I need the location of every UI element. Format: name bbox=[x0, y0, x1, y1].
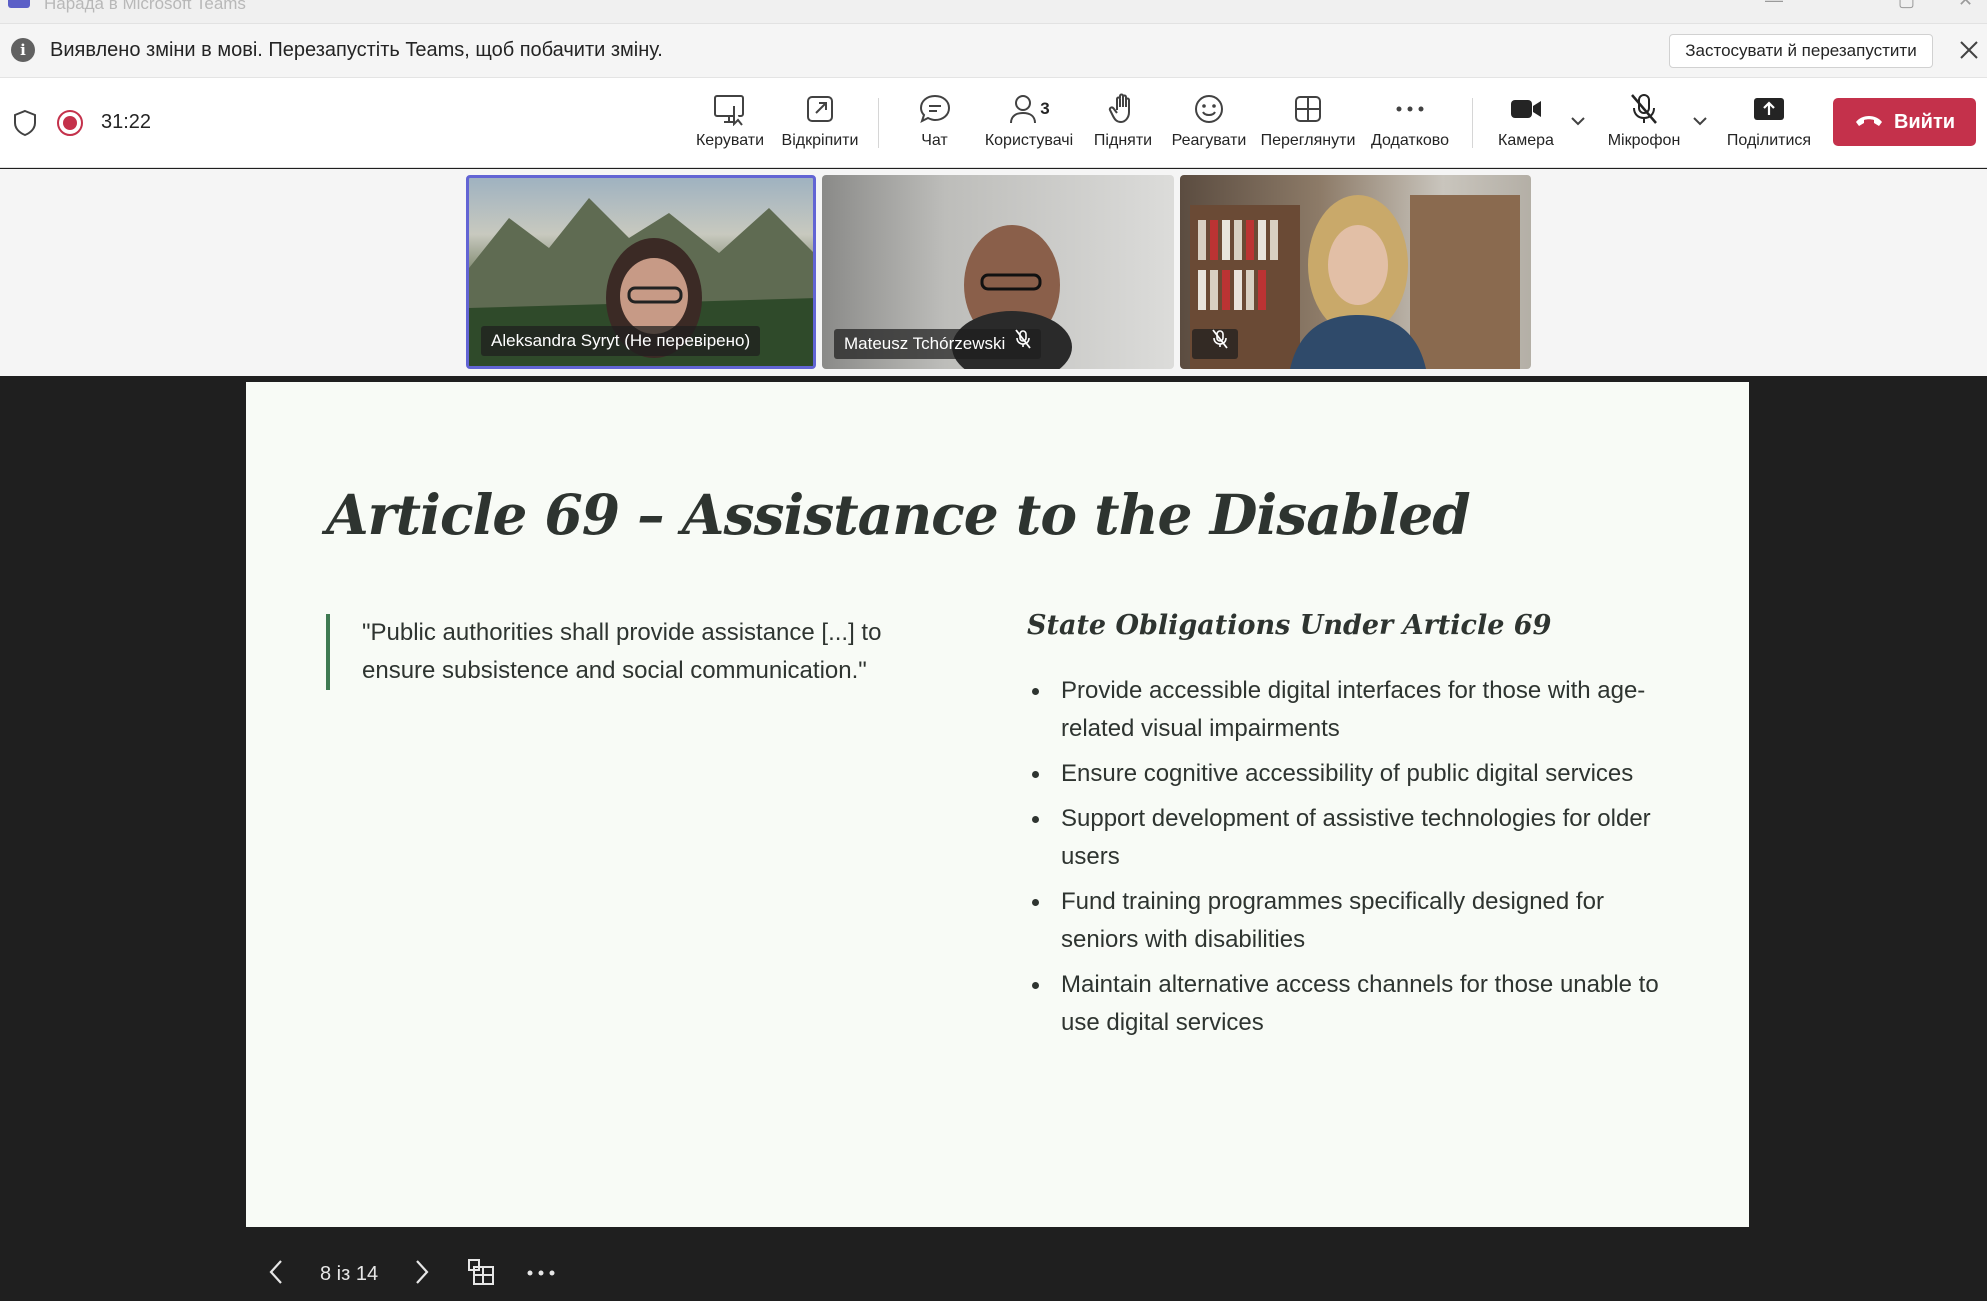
meeting-timer: 31:22 bbox=[101, 111, 152, 133]
teams-logo-icon bbox=[8, 0, 30, 8]
people-count: 3 bbox=[1040, 99, 1050, 118]
window-title: Нарада в Microsoft Teams bbox=[44, 0, 246, 13]
view-button[interactable]: Переглянути bbox=[1258, 90, 1358, 160]
toolbar-separator bbox=[1472, 98, 1473, 148]
list-item: Ensure cognitive accessibility of public… bbox=[1027, 755, 1687, 793]
window-minimize-icon[interactable]: — bbox=[1765, 0, 1783, 11]
microphone-button[interactable]: Мікрофон bbox=[1598, 90, 1690, 160]
window-close-icon[interactable]: ✕ bbox=[1958, 0, 1973, 11]
participant-tile[interactable] bbox=[1180, 175, 1531, 369]
list-item: Provide accessible digital interfaces fo… bbox=[1027, 672, 1687, 748]
muted-microphone-icon bbox=[1015, 329, 1031, 359]
more-options-icon bbox=[1364, 90, 1456, 128]
obligations-list: Provide accessible digital interfaces fo… bbox=[1027, 672, 1687, 1049]
popout-button[interactable]: Відкріпити bbox=[775, 90, 865, 160]
raise-hand-icon bbox=[1088, 90, 1158, 128]
language-change-notification: i Виявлено зміни в мові. Перезапустіть T… bbox=[0, 24, 1987, 78]
phone-hangup-icon bbox=[1854, 111, 1884, 134]
apply-restart-button[interactable]: Застосувати й перезапустити bbox=[1669, 34, 1933, 68]
participants-video-strip: Aleksandra Syryt (Не перевірено) Mateusz… bbox=[0, 169, 1987, 376]
popout-icon bbox=[775, 90, 865, 128]
presentation-slide: Article 69 – Assistance to the Disabled … bbox=[246, 382, 1749, 1227]
list-item: Support development of assistive technol… bbox=[1027, 800, 1687, 876]
meeting-toolbar: 31:22 Керувати Відкріпити Чат 3 Користув… bbox=[0, 78, 1987, 168]
window-titlebar: Нарада в Microsoft Teams — ▢ ✕ bbox=[0, 0, 1987, 24]
slide-overview-icon[interactable] bbox=[466, 1257, 496, 1292]
microphone-muted-icon bbox=[1598, 90, 1690, 128]
slide-navigation: 8 із 14 bbox=[246, 1249, 556, 1299]
previous-slide-chevron-left-icon[interactable] bbox=[266, 1258, 286, 1291]
camera-button[interactable]: Камера bbox=[1490, 90, 1562, 160]
list-item: Maintain alternative access channels for… bbox=[1027, 966, 1687, 1042]
slide-more-options-icon[interactable] bbox=[526, 1265, 556, 1283]
slide-title: Article 69 – Assistance to the Disabled bbox=[326, 482, 1471, 547]
smiley-icon bbox=[1169, 90, 1249, 128]
participant-tile[interactable]: Aleksandra Syryt (Не перевірено) bbox=[466, 175, 816, 369]
react-button[interactable]: Реагувати bbox=[1169, 90, 1249, 160]
participant-name bbox=[1192, 329, 1238, 359]
chat-button[interactable]: Чат bbox=[897, 90, 972, 160]
notification-message: Виявлено зміни в мові. Перезапустіть Tea… bbox=[50, 39, 663, 61]
list-item: Fund training programmes specifically de… bbox=[1027, 883, 1687, 959]
control-button[interactable]: Керувати bbox=[690, 90, 770, 160]
share-screen-icon bbox=[1722, 90, 1816, 128]
participant-tile[interactable]: Mateusz Tchórzewski bbox=[822, 175, 1174, 369]
screen-control-icon bbox=[690, 90, 770, 128]
shared-content-stage: Article 69 – Assistance to the Disabled … bbox=[0, 376, 1987, 1301]
next-slide-chevron-right-icon[interactable] bbox=[412, 1258, 432, 1291]
people-icon: 3 bbox=[980, 90, 1078, 128]
slide-page-indicator: 8 із 14 bbox=[320, 1262, 379, 1285]
obligations-heading: State Obligations Under Article 69 bbox=[1027, 610, 1552, 641]
participant-name: Mateusz Tchórzewski bbox=[834, 329, 1042, 359]
grid-view-icon bbox=[1258, 90, 1358, 128]
more-button[interactable]: Додатково bbox=[1364, 90, 1456, 160]
slide-quote: "Public authorities shall provide assist… bbox=[326, 614, 916, 690]
toolbar-separator bbox=[878, 98, 879, 148]
share-button[interactable]: Поділитися bbox=[1722, 90, 1816, 160]
notification-close-icon[interactable] bbox=[1956, 35, 1982, 65]
camera-options-chevron-down-icon[interactable] bbox=[1569, 114, 1587, 132]
participant-name: Aleksandra Syryt (Не перевірено) bbox=[481, 326, 761, 356]
people-button[interactable]: 3 Користувачі bbox=[980, 90, 1078, 160]
shield-icon[interactable] bbox=[12, 108, 38, 143]
leave-button[interactable]: Вийти bbox=[1833, 98, 1976, 146]
muted-microphone-icon bbox=[1212, 329, 1228, 359]
chat-icon bbox=[897, 90, 972, 128]
info-icon: i bbox=[11, 38, 35, 62]
window-maximize-icon[interactable]: ▢ bbox=[1898, 0, 1915, 11]
microphone-options-chevron-down-icon[interactable] bbox=[1691, 114, 1709, 132]
recording-indicator-icon bbox=[57, 110, 83, 136]
raise-hand-button[interactable]: Підняти bbox=[1088, 90, 1158, 160]
camera-icon bbox=[1490, 90, 1562, 128]
